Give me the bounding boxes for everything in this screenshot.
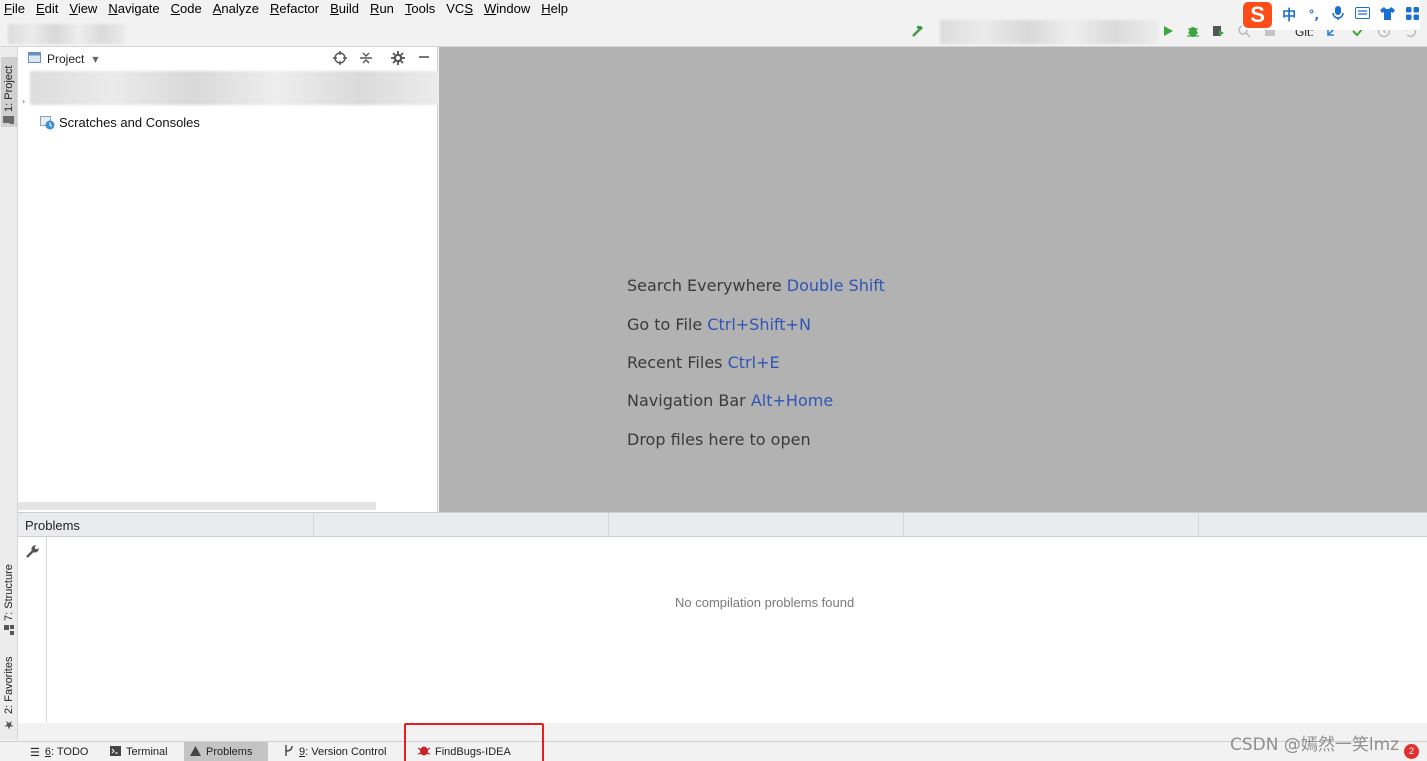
star-icon: ★ xyxy=(2,718,16,732)
menu-help[interactable]: Help xyxy=(536,0,574,17)
branch-icon xyxy=(284,745,294,759)
terminal-icon xyxy=(110,745,121,759)
tab-terminal[interactable]: Terminal xyxy=(104,742,174,761)
hint-recent-files: Recent Files Ctrl+E xyxy=(627,353,780,372)
menu-vcs[interactable]: VCS xyxy=(441,0,479,17)
menu-run[interactable]: Run xyxy=(365,0,400,17)
menu-navigate[interactable]: Navigate xyxy=(103,0,165,17)
coverage-icon[interactable] xyxy=(1210,23,1226,39)
hint-navigation-bar: Navigation Bar Alt+Home xyxy=(627,391,834,410)
shortcut-key: Alt+Home xyxy=(750,391,834,410)
notification-badge[interactable]: 2 xyxy=(1404,744,1419,759)
left-tool-strip: 1: Project 7: Structure ★ 2: Favorites xyxy=(0,47,18,740)
menu-window[interactable]: Window xyxy=(479,0,536,17)
horizontal-scrollbar[interactable] xyxy=(18,502,376,510)
chevron-down-icon[interactable]: ▼ xyxy=(92,55,98,64)
hint-go-to-file: Go to File Ctrl+Shift+N xyxy=(627,315,811,334)
menu-build[interactable]: Build xyxy=(325,0,365,17)
collapse-all-icon[interactable] xyxy=(358,51,374,67)
shortcut-key: Ctrl+Shift+N xyxy=(707,315,811,334)
gear-icon[interactable] xyxy=(390,51,406,67)
watermark: CSDN @嫣然一笑lmz xyxy=(1230,735,1400,755)
warning-icon xyxy=(190,745,201,759)
ime-logo[interactable]: S xyxy=(1243,2,1273,28)
run-icon[interactable] xyxy=(1160,23,1176,39)
shortcut-key: Ctrl+E xyxy=(727,353,780,372)
scratches-icon xyxy=(40,115,56,130)
tab-structure[interactable]: 7: Structure xyxy=(1,557,17,637)
hint-search-everywhere: Search Everywhere Double Shift xyxy=(627,276,885,295)
folder-icon xyxy=(3,116,15,125)
redacted-project-root xyxy=(30,71,440,105)
structure-icon xyxy=(3,625,15,635)
tab-project[interactable]: 1: Project xyxy=(1,57,17,127)
keyboard-icon[interactable] xyxy=(1355,7,1371,23)
chevron-right-icon[interactable]: › xyxy=(22,97,25,106)
shortcut-key: Double Shift xyxy=(786,276,885,295)
header-cell xyxy=(609,513,904,537)
findbugs-highlight-box xyxy=(404,723,544,761)
project-panel-header: Project ▼ xyxy=(18,47,437,71)
menu-file[interactable]: File xyxy=(0,0,31,17)
bottom-tool-bar: ☰ 6: TODO Terminal Problems 9: Version C… xyxy=(0,741,1427,761)
project-view-icon xyxy=(28,51,41,67)
problems-title: Problems xyxy=(18,513,314,537)
project-panel: Project ▼ › Scratches and Consoles xyxy=(18,47,440,512)
menu-view[interactable]: View xyxy=(64,0,103,17)
menu-code[interactable]: Code xyxy=(166,0,208,17)
microphone-icon[interactable] xyxy=(1331,5,1347,25)
project-view-selector[interactable]: Project xyxy=(47,52,84,66)
header-cell xyxy=(314,513,609,537)
empty-state-message: No compilation problems found xyxy=(675,595,855,610)
tab-label: Problems xyxy=(206,746,253,758)
menu-refactor[interactable]: Refactor xyxy=(265,0,325,17)
hammer-icon[interactable] xyxy=(910,23,926,39)
ime-toolbar: S 中 °, xyxy=(1242,0,1420,30)
header-cell xyxy=(1199,513,1427,537)
tab-version-control[interactable]: 9: Version Control xyxy=(278,742,392,761)
tab-todo[interactable]: ☰ 6: TODO xyxy=(24,742,95,761)
menu-edit[interactable]: Edit xyxy=(31,0,64,17)
tab-label: : Version Control xyxy=(305,746,387,758)
problems-side-toolbar xyxy=(18,537,47,723)
tree-item-scratches[interactable]: Scratches and Consoles xyxy=(40,115,200,130)
grid-icon[interactable] xyxy=(1404,6,1420,24)
menu-tools[interactable]: Tools xyxy=(400,0,441,17)
tab-favorites[interactable]: ★ 2: Favorites xyxy=(1,654,17,734)
ime-mode-toggle[interactable]: 中 xyxy=(1281,5,1297,25)
redacted-run-config[interactable] xyxy=(940,20,1158,44)
tree-item-label: Scratches and Consoles xyxy=(59,115,200,130)
ime-punct-toggle[interactable]: °, xyxy=(1306,8,1322,22)
debug-icon[interactable] xyxy=(1185,23,1201,39)
header-cell xyxy=(904,513,1199,537)
tab-label: : TODO xyxy=(51,746,89,758)
hint-drop-files: Drop files here to open xyxy=(627,430,811,449)
list-icon: ☰ xyxy=(30,746,40,759)
menu-bar: File Edit View Navigate Code Analyze Ref… xyxy=(0,0,1427,17)
minimize-icon[interactable] xyxy=(416,51,432,67)
editor-empty-area: Search Everywhere Double Shift Go to Fil… xyxy=(439,47,1427,512)
wrench-icon[interactable] xyxy=(25,544,40,563)
problems-panel-header: Problems xyxy=(18,512,1427,537)
redacted-breadcrumb xyxy=(8,24,126,44)
shirt-icon[interactable] xyxy=(1380,6,1396,24)
problems-panel-body: No compilation problems found xyxy=(18,537,1427,723)
menu-analyze[interactable]: Analyze xyxy=(208,0,265,17)
tab-label: Terminal xyxy=(126,746,168,758)
locate-icon[interactable] xyxy=(332,51,348,67)
tab-problems[interactable]: Problems xyxy=(184,742,268,761)
